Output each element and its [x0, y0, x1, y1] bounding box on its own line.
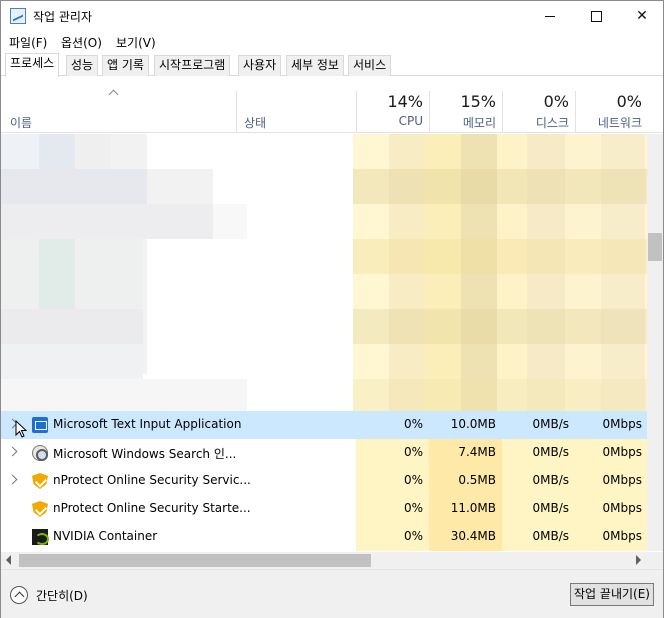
- vertical-scroll-thumb[interactable]: [648, 233, 662, 261]
- tab-bar: 프로세스 성능 앱 기록 시작프로그램 사용자 세부 정보 서비스: [1, 53, 663, 77]
- tab-startup[interactable]: 시작프로그램: [154, 55, 231, 76]
- tab-app-history[interactable]: 앱 기록: [102, 55, 149, 76]
- task-manager-window: 작업 관리자 ✕ 파일(F) 옵션(O) 보기(V) 프로세스 성능 앱 기록 …: [0, 0, 664, 618]
- cpu-value: 0%: [403, 529, 423, 543]
- close-button[interactable]: ✕: [619, 1, 664, 31]
- scroll-right-arrow-icon[interactable]: [636, 555, 641, 565]
- end-task-button[interactable]: 작업 끝내기(E): [570, 583, 654, 606]
- tab-users[interactable]: 사용자: [238, 55, 282, 76]
- minimize-button[interactable]: [527, 1, 573, 31]
- column-divider[interactable]: [502, 91, 503, 133]
- column-divider[interactable]: [429, 91, 430, 133]
- sort-ascending-icon: [109, 89, 119, 95]
- network-value: 0Mbps: [602, 529, 642, 543]
- table-row[interactable]: Microsoft Windows Search 인... 0% 7.4MB 0…: [1, 439, 647, 467]
- network-value: 0Mbps: [602, 473, 642, 487]
- disk-value: 0MB/s: [532, 529, 569, 543]
- disk-value: 0MB/s: [532, 501, 569, 515]
- column-cpu[interactable]: CPU: [361, 114, 423, 128]
- memory-value: 7.4MB: [458, 445, 496, 459]
- process-name: Microsoft Windows Search 인...: [53, 447, 237, 461]
- network-value: 0Mbps: [602, 501, 642, 515]
- chevron-up-circle-icon[interactable]: [10, 586, 28, 604]
- disk-value: 0MB/s: [532, 445, 569, 459]
- tab-details[interactable]: 세부 정보: [286, 55, 344, 76]
- maximize-button[interactable]: [573, 1, 619, 31]
- memory-value: 30.4MB: [450, 529, 496, 543]
- horizontal-scroll-thumb[interactable]: [19, 554, 371, 567]
- scrollbar-corner: [647, 552, 663, 569]
- column-network[interactable]: 네트워크: [579, 114, 642, 131]
- keyboard-icon: [32, 417, 48, 433]
- expand-chevron-icon[interactable]: [7, 446, 18, 457]
- process-name: nProtect Online Security Starte...: [53, 501, 251, 515]
- vertical-scrollbar[interactable]: [647, 134, 663, 551]
- network-total: 0%: [616, 92, 642, 111]
- table-row[interactable]: Microsoft Text Input Application 0% 10.0…: [1, 411, 647, 439]
- table-row[interactable]: nProtect Online Security Servic... 0% 0.…: [1, 467, 647, 495]
- column-divider[interactable]: [236, 91, 237, 133]
- cpu-value: 0%: [403, 417, 423, 431]
- shield-icon: [32, 473, 48, 489]
- column-header: 이름 상태 14% CPU 15% 메모리 0% 디스크 0% 네트워크: [1, 77, 663, 133]
- tab-processes[interactable]: 프로세스: [5, 53, 60, 77]
- fewer-details-link[interactable]: 간단히(D): [36, 587, 88, 604]
- network-value: 0Mbps: [602, 417, 642, 431]
- window-title: 작업 관리자: [33, 10, 93, 24]
- memory-value: 0.5MB: [458, 473, 496, 487]
- cpu-value: 0%: [403, 445, 423, 459]
- process-name: NVIDIA Container: [53, 529, 158, 543]
- tab-performance[interactable]: 성능: [66, 55, 99, 76]
- memory-value: 11.0MB: [450, 501, 496, 515]
- column-disk[interactable]: 디스크: [506, 114, 569, 131]
- expand-chevron-icon[interactable]: [7, 474, 18, 485]
- nvidia-icon: [32, 529, 49, 545]
- scroll-left-arrow-icon[interactable]: [6, 555, 11, 565]
- memory-total: 15%: [460, 92, 496, 111]
- menu-view[interactable]: 보기(V): [116, 34, 156, 51]
- disk-total: 0%: [543, 92, 569, 111]
- column-divider[interactable]: [575, 91, 576, 133]
- menu-options[interactable]: 옵션(O): [61, 34, 102, 51]
- obscured-process-rows: [1, 134, 663, 411]
- cpu-value: 0%: [403, 473, 423, 487]
- shield-icon: [32, 501, 48, 517]
- disk-value: 0MB/s: [532, 473, 569, 487]
- column-name[interactable]: 이름: [10, 114, 32, 131]
- cpu-value: 0%: [403, 501, 423, 515]
- column-status[interactable]: 상태: [244, 114, 266, 131]
- footer-bar: 간단히(D) 작업 끝내기(E): [1, 569, 663, 618]
- tab-services[interactable]: 서비스: [348, 55, 392, 76]
- title-bar: 작업 관리자 ✕: [1, 1, 663, 31]
- cpu-total: 14%: [387, 92, 423, 111]
- menu-file[interactable]: 파일(F): [9, 34, 47, 51]
- column-divider[interactable]: [356, 91, 357, 133]
- task-manager-icon: [10, 8, 26, 24]
- table-row[interactable]: nProtect Online Security Starte... 0% 11…: [1, 495, 647, 523]
- network-value: 0Mbps: [602, 445, 642, 459]
- mouse-pointer-icon: [15, 420, 27, 438]
- memory-value: 10.0MB: [450, 417, 496, 431]
- table-row[interactable]: NVIDIA Container 0% 30.4MB 0MB/s 0Mbps: [1, 523, 647, 551]
- search-indexer-icon: [32, 445, 48, 461]
- disk-value: 0MB/s: [532, 417, 569, 431]
- process-name: Microsoft Text Input Application: [53, 417, 242, 431]
- column-memory[interactable]: 메모리: [431, 114, 496, 131]
- menu-bar: 파일(F) 옵션(O) 보기(V): [1, 31, 663, 53]
- process-name: nProtect Online Security Servic...: [53, 473, 251, 487]
